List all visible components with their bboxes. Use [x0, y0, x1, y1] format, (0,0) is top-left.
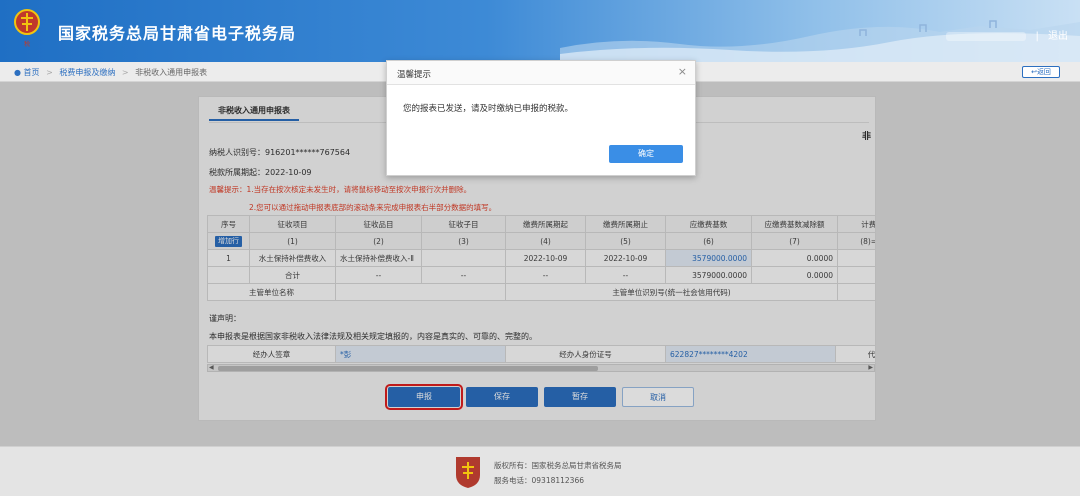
user-name-blurred [946, 31, 1027, 41]
footer-phone: 服务电话：09318112366 [494, 476, 584, 485]
tax-emblem-icon: 税 [14, 9, 40, 48]
back-button[interactable]: ↩返回 [1022, 66, 1060, 78]
user-separator: | [1035, 31, 1039, 42]
confirm-button[interactable]: 确定 [609, 145, 683, 163]
dialog-message: 您的报表已发送，请及时缴纳已申报的税款。 [403, 104, 574, 114]
notice-dialog: 温馨提示 × 您的报表已发送，请及时缴纳已申报的税款。 确定 [386, 60, 696, 176]
breadcrumb-sep-icon: > [121, 68, 129, 77]
tax-shield-icon [456, 457, 480, 488]
logout-link[interactable]: 退出 [1048, 31, 1068, 42]
close-icon[interactable]: × [678, 65, 687, 78]
app-header: 税 国家税务总局甘肃省电子税务局 | 退出 [0, 0, 1080, 62]
dialog-title: 温馨提示 [397, 70, 432, 80]
breadcrumb: ● 首页 > 税费申报及缴纳 > 非税收入通用申报表 [14, 67, 207, 78]
svg-text:税: 税 [24, 40, 30, 48]
breadcrumb-tax-declare[interactable]: 税费申报及缴纳 [59, 68, 115, 77]
breadcrumb-current: 非税收入通用申报表 [135, 68, 208, 77]
location-pin-icon: ● [14, 68, 21, 77]
dialog-header: 温馨提示 × [387, 61, 695, 85]
footer-copyright: 版权所有：国家税务总局甘肃省税务局 [494, 461, 622, 470]
back-label: 返回 [1036, 68, 1051, 76]
site-title: 国家税务总局甘肃省电子税务局 [58, 24, 297, 43]
breadcrumb-sep-icon: > [46, 68, 53, 77]
breadcrumb-home[interactable]: 首页 [24, 68, 40, 77]
page-footer: 版权所有：国家税务总局甘肃省税务局 服务电话：09318112366 [0, 446, 1080, 496]
user-area: | 退出 [946, 27, 1068, 42]
